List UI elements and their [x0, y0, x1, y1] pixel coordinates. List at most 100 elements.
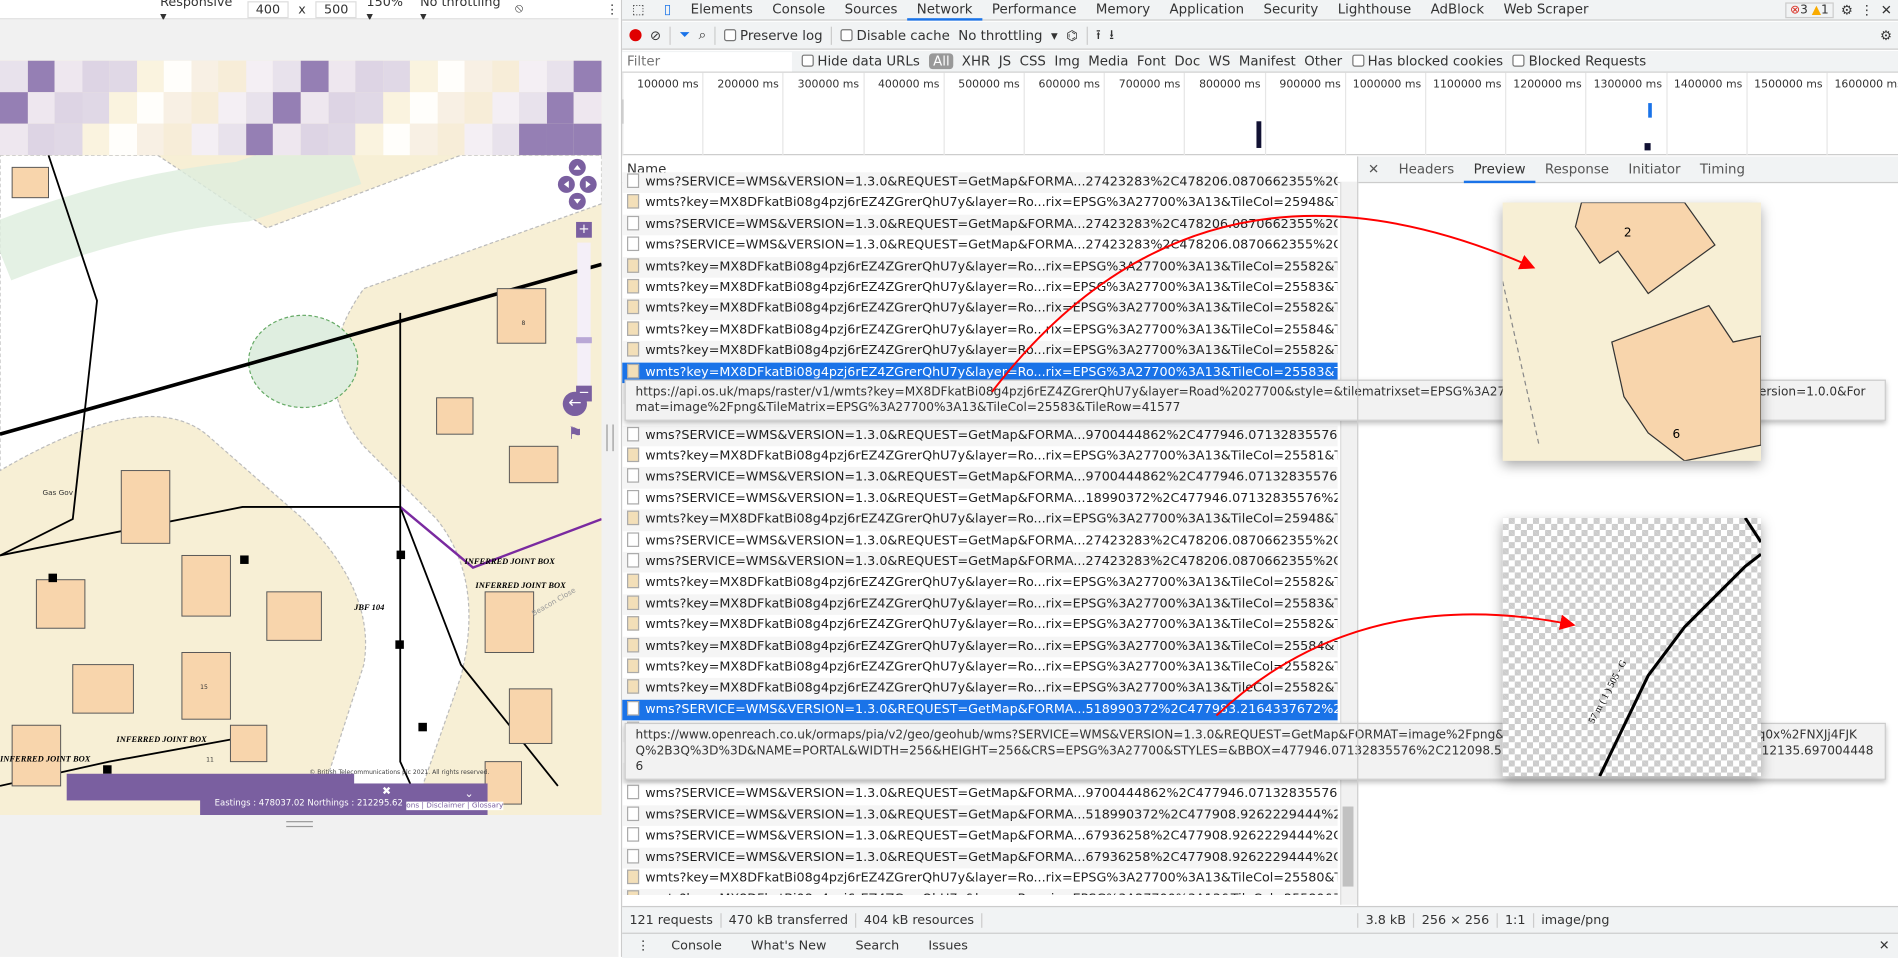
- export-har-icon[interactable]: ⭳: [1109, 24, 1114, 47]
- tab-sources[interactable]: Sources: [835, 0, 907, 20]
- pan-control[interactable]: [555, 158, 601, 216]
- filter-icon[interactable]: ⏷: [679, 27, 690, 44]
- request-row[interactable]: wmts?key=MX8DFkatBi08g4pzj6rEZ4ZGrerQhU7…: [622, 298, 1338, 320]
- rotate-icon[interactable]: ⦸: [515, 1, 523, 17]
- tab-console[interactable]: Console: [763, 0, 835, 20]
- request-row[interactable]: wms?SERVICE=WMS&VERSION=1.3.0&REQUEST=Ge…: [622, 489, 1338, 510]
- request-row[interactable]: wms?SERVICE=WMS&VERSION=1.3.0&REQUEST=Ge…: [622, 531, 1338, 552]
- hide-data-urls-checkbox[interactable]: Hide data URLs: [801, 53, 920, 69]
- request-row[interactable]: wmts?key=MX8DFkatBi08g4pzj6rEZ4ZGrerQhU7…: [622, 278, 1338, 299]
- pane-resize-handle[interactable]: [606, 424, 614, 452]
- request-list-scrollbar[interactable]: [1340, 181, 1358, 905]
- viewport-resize-handle[interactable]: [286, 821, 313, 828]
- request-row[interactable]: wms?SERVICE=WMS&VERSION=1.3.0&REQUEST=Ge…: [622, 847, 1338, 869]
- tab-memory[interactable]: Memory: [1086, 0, 1160, 20]
- tab-network[interactable]: Network: [907, 0, 983, 21]
- close-details-icon[interactable]: ✕: [1358, 156, 1389, 183]
- tab-timing[interactable]: Timing: [1690, 156, 1754, 183]
- tab-headers[interactable]: Headers: [1389, 156, 1464, 183]
- request-row[interactable]: wms?SERVICE=WMS&VERSION=1.3.0&REQUEST=Ge…: [622, 551, 1338, 573]
- preserve-log-checkbox[interactable]: Preserve log: [724, 27, 823, 43]
- request-row[interactable]: wmts?key=MX8DFkatBi08g4pzj6rEZ4ZGrerQhU7…: [622, 889, 1338, 896]
- tab-web-scraper[interactable]: Web Scraper: [1494, 0, 1598, 20]
- tab-initiator[interactable]: Initiator: [1619, 156, 1690, 183]
- tab-preview[interactable]: Preview: [1463, 156, 1536, 183]
- filter-type-doc[interactable]: Doc: [1174, 53, 1200, 69]
- filter-type-ws[interactable]: WS: [1209, 53, 1231, 69]
- footer-link[interactable]: ons: [406, 802, 419, 810]
- tab-performance[interactable]: Performance: [982, 0, 1086, 20]
- tab-elements[interactable]: Elements: [681, 0, 763, 20]
- throttling-select[interactable]: No throttling ▾: [958, 27, 1057, 43]
- issues-badge[interactable]: ⊗3 ▲1: [1785, 1, 1834, 18]
- filter-type-js[interactable]: JS: [999, 53, 1011, 69]
- blocked-requests-checkbox[interactable]: Blocked Requests: [1512, 53, 1646, 69]
- request-row[interactable]: wmts?key=MX8DFkatBi08g4pzj6rEZ4ZGrerQhU7…: [622, 340, 1338, 363]
- close-drawer-icon[interactable]: ✕: [1879, 939, 1898, 954]
- map-view[interactable]: INFERRED JOINT BOX INFERRED JOINT BOX IN…: [0, 60, 602, 816]
- import-har-icon[interactable]: ⭱: [1096, 24, 1101, 47]
- request-row[interactable]: wms?SERVICE=WMS&VERSION=1.3.0&REQUEST=Ge…: [622, 425, 1338, 447]
- request-row[interactable]: wms?SERVICE=WMS&VERSION=1.3.0&REQUEST=Ge…: [622, 699, 1338, 721]
- device-toggle-icon[interactable]: ▯: [654, 0, 681, 20]
- close-icon[interactable]: ✕: [1881, 2, 1892, 18]
- filter-type-css[interactable]: CSS: [1020, 53, 1046, 69]
- filter-type-media[interactable]: Media: [1088, 53, 1128, 69]
- tab-application[interactable]: Application: [1160, 0, 1254, 20]
- filter-input[interactable]: [622, 51, 792, 71]
- more-icon[interactable]: ⋮: [606, 2, 619, 17]
- flag-icon[interactable]: ⚑: [568, 424, 583, 443]
- filter-type-all[interactable]: All: [929, 53, 954, 70]
- filter-type-img[interactable]: Img: [1054, 53, 1079, 69]
- request-row[interactable]: wmts?key=MX8DFkatBi08g4pzj6rEZ4ZGrerQhU7…: [622, 636, 1338, 658]
- filter-type-font[interactable]: Font: [1137, 53, 1166, 69]
- drawer-tab-issues[interactable]: Issues: [928, 939, 968, 954]
- request-row[interactable]: wmts?key=MX8DFkatBi08g4pzj6rEZ4ZGrerQhU7…: [622, 615, 1338, 636]
- width-input[interactable]: 400: [247, 0, 289, 18]
- drawer-tab-search[interactable]: Search: [855, 939, 899, 954]
- disable-cache-checkbox[interactable]: Disable cache: [840, 27, 950, 43]
- request-row[interactable]: wmts?key=MX8DFkatBi08g4pzj6rEZ4ZGrerQhU7…: [622, 193, 1338, 214]
- request-row[interactable]: wmts?key=MX8DFkatBi08g4pzj6rEZ4ZGrerQhU7…: [622, 320, 1338, 341]
- network-conditions-icon[interactable]: ⌬: [1066, 27, 1078, 43]
- drawer-menu-icon[interactable]: ⋮: [637, 939, 650, 954]
- zoom-in-button[interactable]: +: [576, 221, 592, 238]
- request-row[interactable]: wms?SERVICE=WMS&VERSION=1.3.0&REQUEST=Ge…: [622, 172, 1338, 194]
- clear-icon[interactable]: ⊘: [650, 27, 661, 43]
- zoom-slider-handle[interactable]: [576, 337, 592, 344]
- record-button[interactable]: [629, 29, 642, 42]
- request-row[interactable]: wms?SERVICE=WMS&VERSION=1.3.0&REQUEST=Ge…: [622, 826, 1338, 847]
- filter-type-manifest[interactable]: Manifest: [1239, 53, 1296, 69]
- more-icon[interactable]: ⋮: [1860, 2, 1873, 18]
- request-row[interactable]: wmts?key=MX8DFkatBi08g4pzj6rEZ4ZGrerQhU7…: [622, 573, 1338, 594]
- tab-lighthouse[interactable]: Lighthouse: [1328, 0, 1421, 20]
- network-settings-icon[interactable]: ⚙: [1880, 27, 1898, 43]
- back-arrow-icon[interactable]: ←: [562, 391, 587, 416]
- inspect-icon[interactable]: ⬚: [622, 0, 654, 20]
- filter-type-xhr[interactable]: XHR: [962, 53, 990, 69]
- zoom-slider[interactable]: [577, 242, 591, 389]
- chevron-down-icon[interactable]: ⌄: [465, 788, 474, 800]
- request-row[interactable]: wmts?key=MX8DFkatBi08g4pzj6rEZ4ZGrerQhU7…: [622, 657, 1338, 678]
- has-blocked-cookies-checkbox[interactable]: Has blocked cookies: [1351, 53, 1503, 69]
- close-icon[interactable]: ✖: [382, 786, 391, 798]
- tab-adblock[interactable]: AdBlock: [1421, 0, 1494, 20]
- request-row[interactable]: wmts?key=MX8DFkatBi08g4pzj6rEZ4ZGrerQhU7…: [622, 678, 1338, 700]
- map-canvas[interactable]: INFERRED JOINT BOX INFERRED JOINT BOX IN…: [0, 155, 602, 816]
- search-icon[interactable]: ⌕: [699, 27, 706, 44]
- request-row[interactable]: wms?SERVICE=WMS&VERSION=1.3.0&REQUEST=Ge…: [622, 235, 1338, 256]
- footer-link-disclaimer[interactable]: Disclaimer: [426, 802, 464, 810]
- scrollbar-thumb[interactable]: [1342, 806, 1354, 887]
- drawer-tab-console[interactable]: Console: [671, 939, 722, 954]
- request-row[interactable]: wmts?key=MX8DFkatBi08g4pzj6rEZ4ZGrerQhU7…: [622, 594, 1338, 616]
- filter-type-other[interactable]: Other: [1304, 53, 1342, 69]
- request-row[interactable]: wms?SERVICE=WMS&VERSION=1.3.0&REQUEST=Ge…: [622, 784, 1338, 805]
- drawer-tab-what-s-new[interactable]: What's New: [751, 939, 826, 954]
- network-overview-timeline[interactable]: 100000 ms 200000 ms 300000 ms 400000 ms 5000…: [622, 72, 1898, 156]
- request-row[interactable]: wmts?key=MX8DFkatBi08g4pzj6rEZ4ZGrerQhU7…: [622, 446, 1338, 467]
- request-row[interactable]: wmts?key=MX8DFkatBi08g4pzj6rEZ4ZGrerQhU7…: [622, 868, 1338, 889]
- settings-icon[interactable]: ⚙: [1841, 2, 1853, 18]
- request-row[interactable]: wms?SERVICE=WMS&VERSION=1.3.0&REQUEST=Ge…: [622, 804, 1338, 827]
- tab-security[interactable]: Security: [1254, 0, 1328, 20]
- height-input[interactable]: 500: [315, 0, 357, 18]
